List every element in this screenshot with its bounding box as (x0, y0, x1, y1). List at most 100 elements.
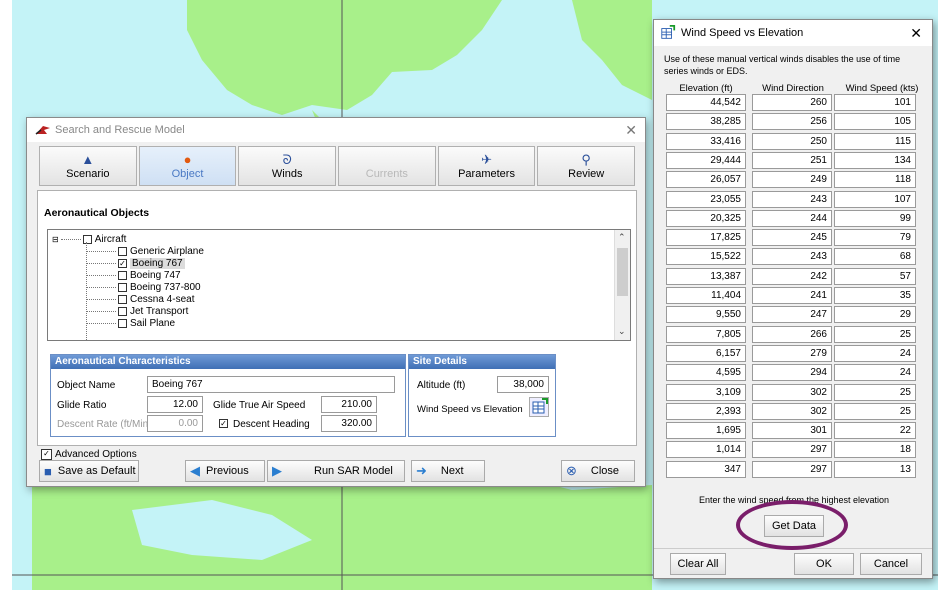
direction-cell[interactable]: 250 (752, 132, 832, 150)
elevation-cell[interactable]: 44,542 (666, 94, 746, 111)
speed-cell[interactable]: 22 (834, 422, 916, 440)
tab-scenario[interactable]: ▲ Scenario (39, 146, 137, 186)
speed-cell[interactable]: 118 (834, 171, 916, 189)
save-default-button[interactable]: ■ Save as Default (39, 460, 139, 482)
tab-currents[interactable]: Currents (338, 146, 436, 186)
elevation-cell[interactable]: 1,014 (666, 441, 746, 459)
tab-review[interactable]: ⚲ Review (537, 146, 636, 186)
speed-cell[interactable]: 13 (834, 460, 916, 478)
speed-cell[interactable]: 57 (834, 267, 916, 285)
advanced-options-checkbox[interactable]: ✓ (41, 449, 52, 460)
elevation-cell[interactable]: 3,109 (666, 383, 746, 401)
tab-winds[interactable]: ᘐ Winds (238, 146, 337, 186)
direction-cell[interactable]: 294 (752, 364, 832, 382)
checkbox[interactable] (118, 294, 127, 304)
scroll-up-icon[interactable]: ⌃ (618, 232, 626, 243)
altitude-field[interactable]: 38,000 (497, 376, 549, 393)
elevation-cell[interactable]: 29,444 (666, 151, 746, 169)
direction-cell[interactable]: 244 (752, 209, 832, 227)
elevation-cell[interactable]: 11,404 (666, 287, 746, 304)
close-button[interactable]: ⊗ Close (561, 460, 635, 482)
direction-cell[interactable]: 243 (752, 190, 832, 208)
tree-scrollbar[interactable]: ⌃ ⌄ (614, 230, 630, 340)
direction-cell[interactable]: 256 (752, 113, 832, 131)
checkbox[interactable] (118, 282, 127, 292)
tree-item[interactable]: Boeing 737-800 (86, 281, 201, 293)
checkbox[interactable] (82, 234, 92, 244)
tree-item[interactable]: Boeing 747 (86, 269, 181, 281)
elevation-cell[interactable]: 33,416 (666, 132, 746, 150)
elevation-cell[interactable]: 347 (666, 460, 746, 478)
tree-item-selected[interactable]: ✓ Boeing 767 (86, 257, 185, 269)
cancel-button[interactable]: Cancel (860, 553, 922, 575)
checkbox-checked[interactable]: ✓ (118, 258, 127, 268)
direction-cell[interactable]: 249 (752, 171, 832, 189)
tree-root[interactable]: ⊟ Aircraft (52, 233, 126, 245)
tree-item[interactable]: Generic Airplane (86, 245, 204, 257)
speed-cell[interactable]: 105 (834, 113, 916, 131)
speed-cell[interactable]: 25 (834, 383, 916, 401)
direction-cell[interactable]: 297 (752, 460, 832, 478)
direction-cell[interactable]: 251 (752, 151, 832, 169)
clear-all-button[interactable]: Clear All (670, 553, 726, 575)
elevation-cell[interactable]: 20,325 (666, 209, 746, 227)
direction-cell[interactable]: 260 (752, 94, 832, 111)
elevation-cell[interactable]: 7,805 (666, 325, 746, 343)
direction-cell[interactable]: 301 (752, 422, 832, 440)
checkbox[interactable] (118, 270, 127, 280)
elevation-cell[interactable]: 6,157 (666, 344, 746, 362)
close-icon[interactable]: ✕ (910, 25, 922, 42)
direction-cell[interactable]: 245 (752, 229, 832, 247)
elevation-cell[interactable]: 17,825 (666, 229, 746, 247)
scroll-thumb[interactable] (617, 248, 628, 296)
elevation-cell[interactable]: 23,055 (666, 190, 746, 208)
speed-cell[interactable]: 25 (834, 325, 916, 343)
speed-cell[interactable]: 18 (834, 441, 916, 459)
descent-rate-field[interactable]: 0.00 (147, 415, 203, 432)
elevation-cell[interactable]: 2,393 (666, 402, 746, 420)
glide-ratio-field[interactable]: 12.00 (147, 396, 203, 413)
wind-table-button[interactable] (529, 397, 549, 417)
speed-cell[interactable]: 101 (834, 94, 916, 111)
speed-cell[interactable]: 24 (834, 344, 916, 362)
direction-cell[interactable]: 242 (752, 267, 832, 285)
speed-cell[interactable]: 107 (834, 190, 916, 208)
collapse-icon[interactable]: ⊟ (52, 235, 59, 244)
elevation-cell[interactable]: 15,522 (666, 248, 746, 266)
tab-object[interactable]: ● Object (138, 146, 237, 186)
close-icon[interactable]: ✕ (625, 122, 637, 139)
speed-cell[interactable]: 29 (834, 306, 916, 324)
advanced-options-row[interactable]: ✓ Advanced Options (41, 449, 137, 460)
speed-cell[interactable]: 115 (834, 132, 916, 150)
elevation-cell[interactable]: 1,695 (666, 422, 746, 440)
elevation-cell[interactable]: 38,285 (666, 113, 746, 131)
aircraft-tree[interactable]: ⊟ Aircraft Generic Airplane ✓ Boeing 767… (47, 229, 631, 341)
elevation-cell[interactable]: 26,057 (666, 171, 746, 189)
tab-parameters[interactable]: ✈ Parameters (437, 146, 536, 186)
speed-cell[interactable]: 79 (834, 229, 916, 247)
scroll-down-icon[interactable]: ⌄ (618, 326, 626, 337)
descent-heading-field[interactable]: 320.00 (321, 415, 377, 432)
speed-cell[interactable]: 99 (834, 209, 916, 227)
speed-cell[interactable]: 35 (834, 287, 916, 304)
direction-cell[interactable]: 279 (752, 344, 832, 362)
speed-cell[interactable]: 25 (834, 402, 916, 420)
checkbox[interactable] (118, 306, 127, 316)
direction-cell[interactable]: 297 (752, 441, 832, 459)
direction-cell[interactable]: 241 (752, 287, 832, 304)
object-name-field[interactable]: Boeing 767 (147, 376, 395, 393)
previous-button[interactable]: ◀ Previous (185, 460, 265, 482)
direction-cell[interactable]: 247 (752, 306, 832, 324)
elevation-cell[interactable]: 13,387 (666, 267, 746, 285)
checkbox[interactable] (118, 318, 127, 328)
direction-cell[interactable]: 302 (752, 383, 832, 401)
speed-cell[interactable]: 68 (834, 248, 916, 266)
speed-cell[interactable]: 24 (834, 364, 916, 382)
tree-item[interactable]: Jet Transport (86, 305, 188, 317)
checkbox[interactable] (118, 246, 127, 256)
elevation-cell[interactable]: 9,550 (666, 306, 746, 324)
direction-cell[interactable]: 266 (752, 325, 832, 343)
next-button[interactable]: ➜ Next (411, 460, 485, 482)
run-sar-button[interactable]: ▶ Run SAR Model (267, 460, 405, 482)
tree-item[interactable]: Cessna 4-seat (86, 293, 194, 305)
